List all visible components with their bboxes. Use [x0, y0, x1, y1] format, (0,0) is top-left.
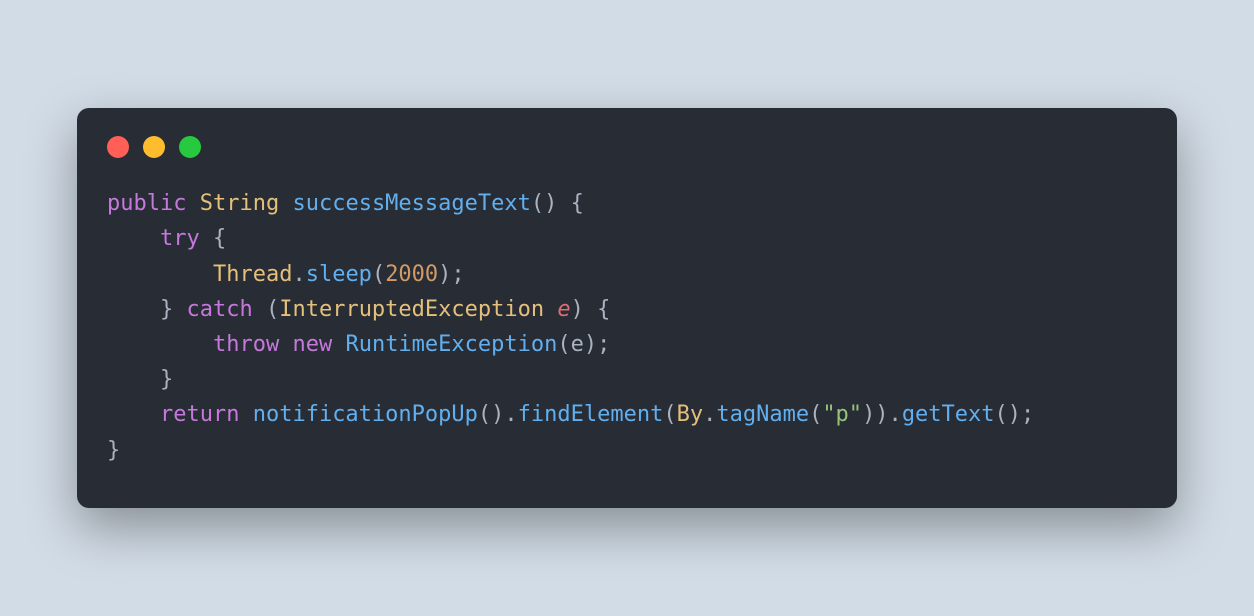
punct: }	[160, 367, 173, 392]
punct: )).	[862, 402, 902, 427]
space	[279, 332, 292, 357]
code-block: public String successMessageText() { try…	[107, 186, 1147, 468]
punct: (	[372, 262, 385, 287]
space	[544, 297, 557, 322]
keyword-public: public	[107, 191, 186, 216]
code-window: public String successMessageText() { try…	[77, 108, 1177, 508]
punct: ();	[995, 402, 1035, 427]
method-gettext: getText	[902, 402, 995, 427]
keyword-try: try	[160, 226, 200, 251]
punct: );	[438, 262, 465, 287]
string-literal: "p"	[822, 402, 862, 427]
space	[239, 402, 252, 427]
class-interrupted-exception: InterruptedException	[279, 297, 544, 322]
method-find-element: findElement	[518, 402, 664, 427]
keyword-new: new	[292, 332, 332, 357]
minimize-icon[interactable]	[143, 136, 165, 158]
type-string: String	[200, 191, 279, 216]
punct: .	[292, 262, 305, 287]
punct: (	[663, 402, 676, 427]
keyword-throw: throw	[213, 332, 279, 357]
traffic-lights	[107, 136, 1147, 158]
punct: ) {	[571, 297, 611, 322]
punct: ().	[478, 402, 518, 427]
param-e: e	[557, 297, 570, 322]
keyword-catch: catch	[186, 297, 252, 322]
method-notification-popup: notificationPopUp	[253, 402, 478, 427]
punct: }	[107, 438, 120, 463]
space	[332, 332, 345, 357]
method-name: successMessageText	[292, 191, 530, 216]
zoom-icon[interactable]	[179, 136, 201, 158]
punct: .	[703, 402, 716, 427]
close-icon[interactable]	[107, 136, 129, 158]
class-by: By	[677, 402, 704, 427]
number-literal: 2000	[385, 262, 438, 287]
punct: (	[809, 402, 822, 427]
punct: {	[200, 226, 227, 251]
class-runtime-exception: RuntimeException	[345, 332, 557, 357]
punct: () {	[531, 191, 584, 216]
punct: }	[160, 297, 187, 322]
keyword-return: return	[160, 402, 239, 427]
class-thread: Thread	[213, 262, 292, 287]
punct: (e);	[557, 332, 610, 357]
method-sleep: sleep	[306, 262, 372, 287]
method-tagname: tagName	[716, 402, 809, 427]
punct: (	[253, 297, 280, 322]
